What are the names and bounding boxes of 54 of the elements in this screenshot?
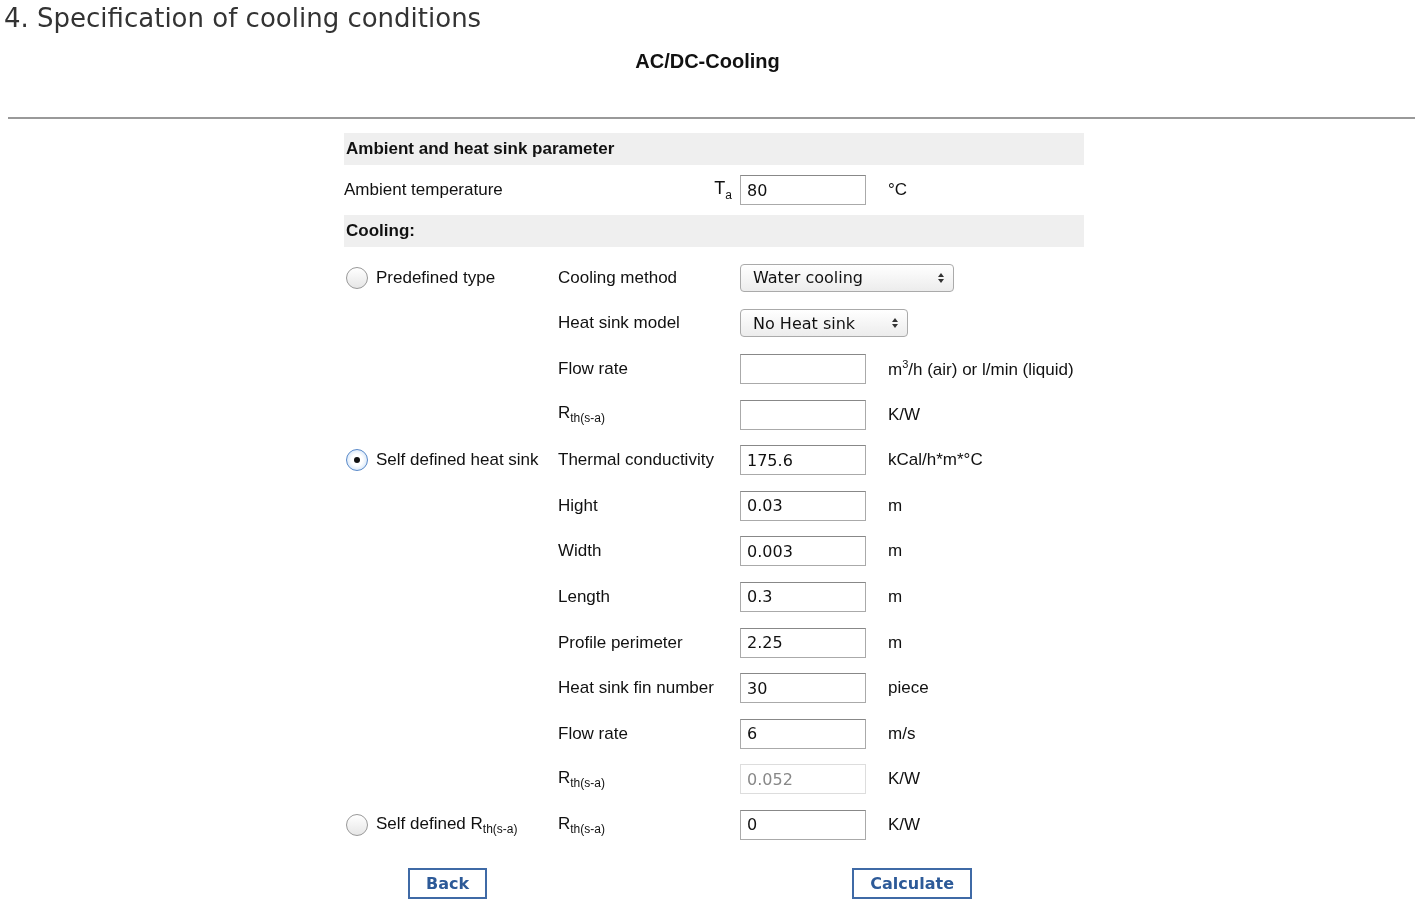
unit-label: m$^{3}$/h (air) or l/min (liquid) <box>887 358 1075 380</box>
unit-label: piece <box>887 678 930 699</box>
field-label: Flow rate <box>558 723 629 744</box>
field-label: Hight <box>558 495 599 516</box>
radio-button[interactable] <box>346 449 368 472</box>
unit-label: m <box>887 632 904 653</box>
form-button[interactable]: Calculate <box>852 867 972 899</box>
section-title: Ambient and heat sink parameter <box>346 139 615 159</box>
page-heading: 4. Specification of cooling conditions <box>3 2 482 34</box>
unit-label: m/s <box>887 723 917 744</box>
field-label: Cooling method <box>558 267 679 288</box>
option-label: Self defined R$_{th(s-a)}$ <box>376 813 518 837</box>
field-label: Flow rate <box>558 359 629 379</box>
field-label: R$_{th(s-a)}$ <box>558 813 606 837</box>
form-title: AC/DC-Cooling <box>635 50 780 73</box>
text-field[interactable]: 0 <box>740 809 866 840</box>
unit-label: m <box>887 586 904 607</box>
field-label: Ambient temperature <box>344 180 504 200</box>
updown-arrow-icon <box>937 271 945 284</box>
section-title: Cooling: <box>346 221 415 241</box>
text-field[interactable]: 0.03 <box>740 490 866 521</box>
form-button[interactable]: Back <box>408 867 488 899</box>
dropdown[interactable]: No Heat sink <box>740 309 908 338</box>
text-field[interactable]: 0.003 <box>740 536 866 567</box>
unit-label: m <box>887 541 904 562</box>
field-label: R$_{th(s-a)}$ <box>558 768 606 791</box>
field-label: Length <box>558 586 611 607</box>
text-field[interactable]: 0.3 <box>740 581 866 612</box>
unit-label: °C <box>887 180 909 200</box>
field-label: Heat sink fin number <box>558 678 715 699</box>
unit-label: K/W <box>887 404 922 425</box>
option-label: Self defined heat sink <box>376 450 539 471</box>
text-field[interactable]: 2.25 <box>740 627 866 658</box>
text-field[interactable]: 30 <box>740 673 866 704</box>
text-field[interactable]: 80 <box>740 175 866 205</box>
updown-arrow-icon <box>891 317 899 330</box>
field-label: Heat sink model <box>558 313 681 334</box>
radio-button[interactable] <box>346 813 368 836</box>
unit-label: m <box>887 495 904 516</box>
dropdown[interactable]: Water cooling <box>740 263 954 292</box>
field-label: Width <box>558 541 603 562</box>
text-field[interactable]: 6 <box>740 718 866 749</box>
field-label: Profile perimeter <box>558 632 684 653</box>
text-field[interactable]: 175.6 <box>740 445 866 476</box>
unit-label: K/W <box>887 769 922 790</box>
text-field[interactable] <box>740 399 866 430</box>
option-label: Predefined type <box>376 267 496 288</box>
field-label: R$_{th(s-a)}$ <box>558 403 606 426</box>
radio-button[interactable] <box>346 266 368 289</box>
unit-label: kCal/h*m*°C <box>887 450 984 471</box>
unit-label: K/W <box>887 814 922 835</box>
field-label: Thermal conductivity <box>558 450 715 471</box>
text-field[interactable] <box>740 354 866 384</box>
symbol-label: T$_{a}$ <box>714 178 733 202</box>
